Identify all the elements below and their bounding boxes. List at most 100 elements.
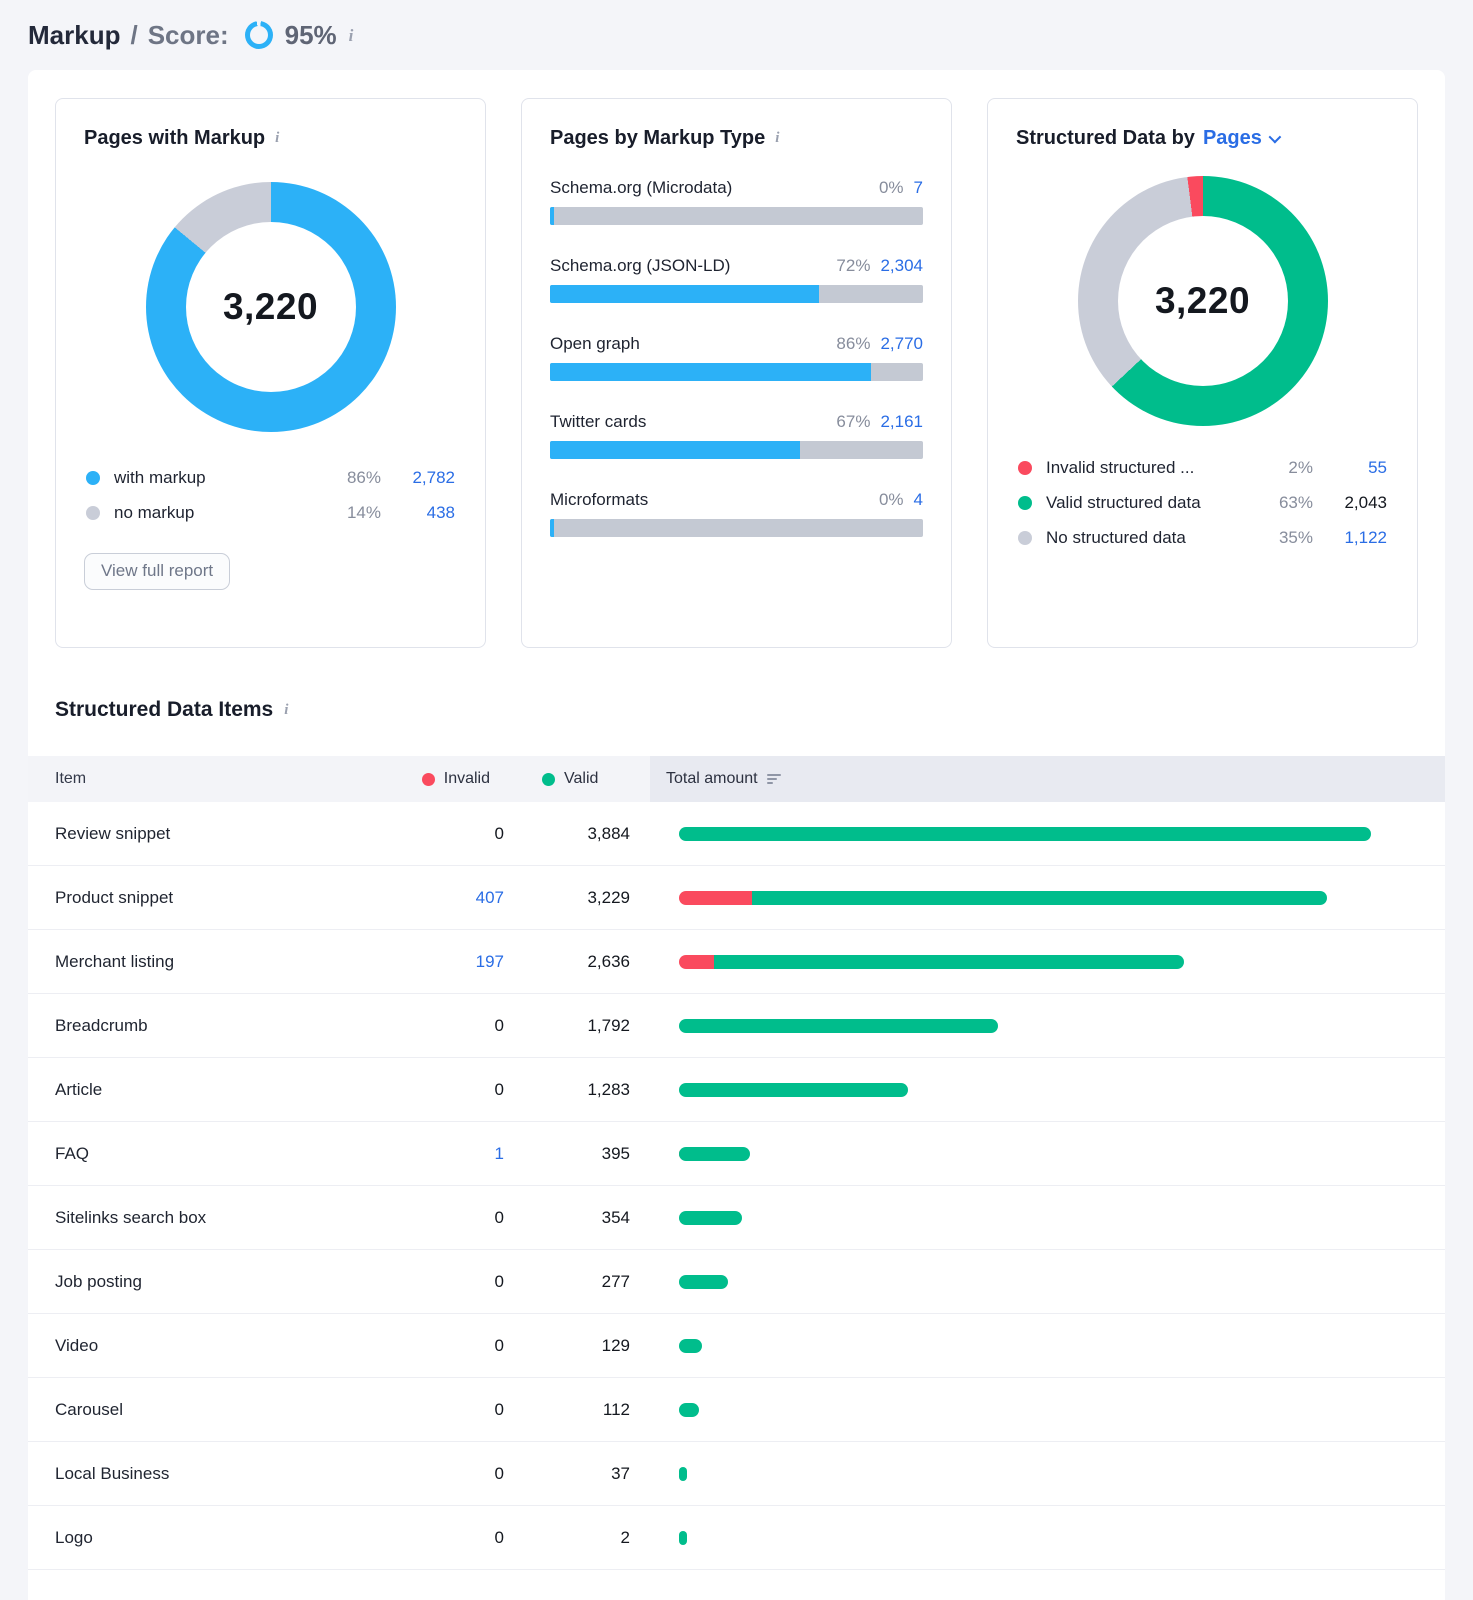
markup-type-value-link[interactable]: 2,161	[880, 412, 923, 432]
markup-type-value-link[interactable]: 2,304	[880, 256, 923, 276]
info-icon[interactable]: i	[775, 131, 779, 146]
table-row: Review snippet03,884	[28, 802, 1445, 866]
column-header-total-amount[interactable]: Total amount	[650, 756, 1445, 802]
table-body: Review snippet03,884 Product snippet 407 3,…	[28, 802, 1445, 1570]
table-row: Article01,283	[28, 1058, 1445, 1122]
item-name: Carousel	[28, 1400, 358, 1420]
markup-type-value-link[interactable]: 7	[914, 178, 923, 198]
markup-type-label: Twitter cards	[550, 412, 836, 432]
valid-bar-segment	[679, 827, 1371, 841]
total-amount-cell	[630, 955, 1445, 969]
invalid-count: 0	[495, 1400, 504, 1419]
legend-percent: 35%	[1261, 528, 1313, 548]
legend-label: no markup	[114, 503, 329, 523]
pages-with-markup-legend: with markup86%2,782no markup14%438	[84, 468, 457, 523]
structured-data-by-selector[interactable]: Pages	[1203, 127, 1278, 150]
legend-row: No structured data35%1,122	[1018, 528, 1387, 548]
chevron-down-icon	[1268, 131, 1281, 144]
valid-count: 3,884	[587, 824, 630, 843]
bar-track	[679, 1339, 1371, 1353]
view-full-report-button[interactable]: View full report	[84, 553, 230, 590]
bar-track	[679, 1083, 1371, 1097]
markup-type-row: Open graph86%2,770	[550, 334, 923, 381]
progress-track	[550, 519, 923, 537]
legend-percent: 63%	[1261, 493, 1313, 513]
invalid-count-link[interactable]: 1	[495, 1144, 504, 1163]
valid-count: 277	[602, 1272, 630, 1291]
info-icon[interactable]: i	[284, 703, 288, 718]
bar-track	[679, 1147, 1371, 1161]
total-amount-bar	[679, 1019, 998, 1033]
card-title: Structured Data by	[1016, 127, 1195, 150]
page-header: Markup / Score: 95% i	[0, 0, 1473, 70]
structured-data-legend: Invalid structured ...2%55Valid structur…	[1016, 458, 1389, 548]
section-title: Structured Data Items	[55, 698, 273, 722]
table-row: Local Business037	[28, 1442, 1445, 1506]
total-amount-bar	[679, 1211, 742, 1225]
invalid-count-link[interactable]: 407	[476, 888, 504, 907]
total-amount-bar	[679, 1147, 750, 1161]
valid-cell: 3,229	[504, 888, 630, 908]
card-structured-data-by: Structured Data by Pages 3,220 Invalid s…	[987, 98, 1418, 648]
markup-type-value-link[interactable]: 4	[914, 490, 923, 510]
invalid-cell: 407	[358, 888, 504, 908]
invalid-cell: 197	[358, 952, 504, 972]
markup-type-value-link[interactable]: 2,770	[880, 334, 923, 354]
markup-type-label: Schema.org (JSON-LD)	[550, 256, 836, 276]
invalid-bar-segment	[679, 955, 714, 969]
card-pages-with-markup: Pages with Markup i 3,220 with markup86%…	[55, 98, 486, 648]
valid-count: 129	[602, 1336, 630, 1355]
invalid-cell: 1	[358, 1144, 504, 1164]
total-amount-bar	[679, 1531, 687, 1545]
item-name: Video	[28, 1336, 358, 1356]
item-name: Product snippet	[28, 888, 358, 908]
valid-cell: 129	[504, 1336, 630, 1356]
valid-bar-segment	[714, 955, 1184, 969]
legend-value[interactable]: 2,782	[381, 468, 455, 488]
legend-value[interactable]: 1,122	[1313, 528, 1387, 548]
invalid-count: 0	[495, 1080, 504, 1099]
invalid-count: 0	[495, 1464, 504, 1483]
table-row: Sitelinks search box0354	[28, 1186, 1445, 1250]
invalid-count-link[interactable]: 197	[476, 952, 504, 971]
info-icon[interactable]: i	[349, 27, 354, 44]
markup-type-row: Schema.org (Microdata)0%7	[550, 178, 923, 225]
total-amount-cell	[630, 1403, 1445, 1417]
structured-data-items-table: Item Invalid Valid Total amount Review s…	[28, 756, 1445, 1570]
bar-track	[679, 1531, 1371, 1545]
info-icon[interactable]: i	[275, 131, 279, 146]
markup-type-label: Microformats	[550, 490, 879, 510]
valid-bar-segment	[679, 1531, 687, 1545]
progress-fill	[550, 519, 554, 537]
item-name: Job posting	[28, 1272, 358, 1292]
progress-fill	[550, 363, 871, 381]
valid-bar-segment	[679, 1147, 749, 1161]
invalid-cell: 0	[358, 1336, 504, 1356]
item-name: Local Business	[28, 1464, 358, 1484]
column-header-valid: Valid	[504, 756, 630, 802]
invalid-cell: 0	[358, 1400, 504, 1420]
valid-count: 3,229	[587, 888, 630, 907]
legend-value[interactable]: 55	[1313, 458, 1387, 478]
summary-cards: Pages with Markup i 3,220 with markup86%…	[55, 98, 1418, 648]
invalid-count: 0	[495, 1208, 504, 1227]
legend-value[interactable]: 438	[381, 503, 455, 523]
item-name: Breadcrumb	[28, 1016, 358, 1036]
markup-type-percent: 0%	[879, 490, 904, 510]
total-amount-cell	[630, 1147, 1445, 1161]
markup-type-row: Microformats0% 4	[550, 490, 923, 537]
total-amount-cell	[630, 1531, 1445, 1545]
legend-row: with markup86%2,782	[86, 468, 455, 488]
breadcrumb-separator: /	[130, 20, 137, 51]
legend-value: 2,043	[1313, 493, 1387, 513]
bar-track	[679, 891, 1371, 905]
item-name: FAQ	[28, 1144, 358, 1164]
valid-cell: 395	[504, 1144, 630, 1164]
valid-bar-segment	[679, 1403, 699, 1417]
invalid-count: 0	[495, 1272, 504, 1291]
markup-type-percent: 67%	[836, 412, 870, 432]
page-title: Markup	[28, 20, 120, 51]
content-panel: Pages with Markup i 3,220 with markup86%…	[28, 70, 1445, 1600]
legend-label: Invalid structured ...	[1046, 458, 1261, 478]
bar-track	[679, 955, 1371, 969]
